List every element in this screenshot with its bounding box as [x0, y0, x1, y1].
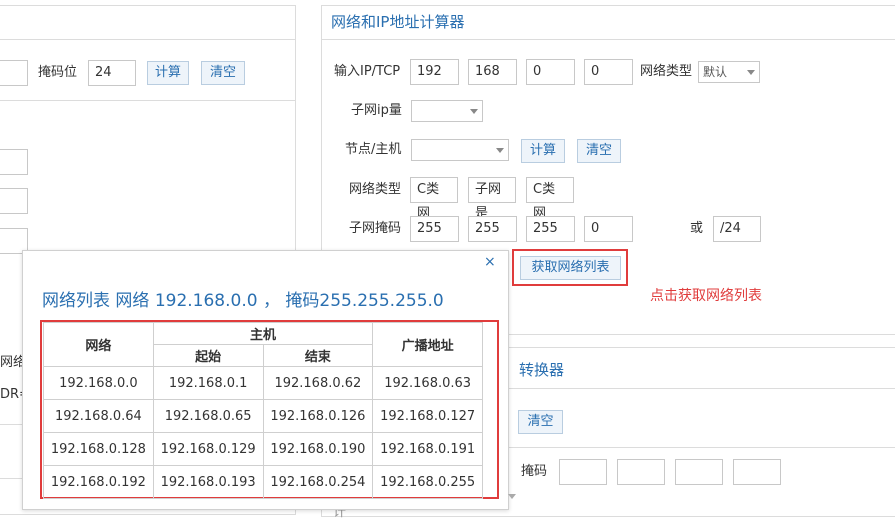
converter-clear-button[interactable]: 清空 [518, 410, 563, 434]
converter-octet-4[interactable] [733, 459, 781, 485]
cell-network: 192.168.0.64 [43, 399, 154, 433]
col-broadcast-header: 广播地址 [372, 322, 483, 367]
subnet-count-select[interactable] [411, 100, 483, 122]
cell-start: 192.168.0.1 [152, 366, 264, 400]
table-row: 192.168.0.192 192.168.0.193 192.168.0.25… [43, 465, 483, 499]
dialog-network: 192.168.0.0 [154, 291, 258, 311]
cell-broadcast: 192.168.0.191 [372, 432, 483, 466]
cell-start: 192.168.0.129 [152, 432, 264, 466]
col-start-header: 起始 [152, 344, 264, 367]
ip-octet-2[interactable]: 168 [468, 59, 517, 85]
cell-broadcast: 192.168.0.255 [372, 465, 483, 499]
chevron-down-icon [470, 109, 478, 114]
left-panel-divider [0, 39, 295, 40]
ip-label: 输入IP/TCP [334, 64, 401, 79]
table-row: 192.168.0.64 192.168.0.65 192.168.0.126 … [43, 399, 483, 433]
annotation-text: 点击获取网络列表 [650, 288, 762, 304]
mask-octet-2[interactable]: 255 [468, 216, 517, 242]
mask-octet-1[interactable]: 255 [410, 216, 459, 242]
converter-octet-3[interactable] [675, 459, 723, 485]
clear-button[interactable]: 清空 [577, 139, 621, 163]
or-label: 或 [690, 221, 704, 236]
cell-network: 192.168.0.0 [43, 366, 154, 400]
calc-button[interactable]: 计算 [521, 139, 565, 163]
calculator-title-divider [322, 39, 895, 40]
mask-octet-4[interactable]: 0 [584, 216, 633, 242]
converter-mask-label: 掩码 [521, 464, 548, 479]
net-type-select[interactable]: 默认 [698, 61, 760, 83]
dialog-title-prefix: 网络列表 网络 [42, 291, 150, 311]
cell-end: 192.168.0.254 [262, 465, 374, 499]
left-field-1[interactable] [0, 149, 28, 175]
dialog-separator: ， [262, 291, 280, 311]
cell-broadcast: 192.168.0.63 [372, 366, 483, 400]
class-value-2: 子网是 [468, 177, 516, 221]
cell-end: 192.168.0.190 [262, 432, 374, 466]
class-label: 网络类型 [349, 182, 402, 197]
left-mask-input[interactable]: 24 [88, 60, 136, 86]
ip-octet-1[interactable]: 192 [410, 59, 459, 85]
cell-end: 192.168.0.126 [262, 399, 374, 433]
converter-octet-1[interactable] [559, 459, 607, 485]
converter-octet-2[interactable] [617, 459, 665, 485]
mask-label: 子网掩码 [349, 221, 402, 236]
left-panel-divider-2 [0, 100, 295, 101]
close-icon[interactable]: × [484, 254, 496, 270]
scroll-down-icon[interactable] [508, 494, 516, 499]
subnet-count-label: 子网ip量 [351, 103, 402, 118]
converter-title: 转换器 [519, 361, 565, 379]
dialog-mask-prefix: 掩码 [285, 291, 320, 311]
cell-start: 192.168.0.65 [152, 399, 264, 433]
chevron-down-icon [496, 148, 504, 153]
left-clear-button[interactable]: 清空 [201, 61, 245, 85]
net-type-value: 默认 [703, 65, 728, 79]
table-row: 192.168.0.0 192.168.0.1 192.168.0.62 192… [43, 366, 483, 400]
hosts-label: 节点/主机 [345, 142, 402, 157]
ip-octet-4[interactable]: 0 [584, 59, 633, 85]
cell-start: 192.168.0.193 [152, 465, 264, 499]
class-value-3: C类网 [526, 177, 574, 221]
left-mask-label: 掩码位 [38, 65, 78, 80]
network-table: 网络 主机 广播地址 起始 结束 192.168.0.0 192.168.0.1… [43, 322, 483, 499]
chevron-down-icon [747, 70, 755, 75]
hosts-select[interactable] [411, 139, 509, 161]
table-row: 192.168.0.128 192.168.0.129 192.168.0.19… [43, 432, 483, 466]
left-input-partial[interactable] [0, 60, 28, 86]
mask-octet-3[interactable]: 255 [526, 216, 575, 242]
cidr-input[interactable]: /24 [713, 216, 761, 242]
cell-network: 192.168.0.192 [43, 465, 154, 499]
col-host-header: 主机 [152, 322, 374, 345]
left-calc-button[interactable]: 计算 [147, 61, 189, 85]
cell-network: 192.168.0.128 [43, 432, 154, 466]
calculator-title: 网络和IP地址计算器 [331, 13, 465, 31]
dialog-title: 网络列表 网络 192.168.0.0 ， 掩码255.255.255.0 [42, 286, 444, 311]
dialog-mask: 255.255.255.0 [319, 291, 444, 311]
get-network-list-button[interactable]: 获取网络列表 [520, 256, 621, 280]
ip-octet-3[interactable]: 0 [526, 59, 575, 85]
col-network-header: 网络 [43, 322, 154, 367]
cell-broadcast: 192.168.0.127 [372, 399, 483, 433]
net-type-label: 网络类型 [640, 64, 693, 79]
left-field-2[interactable] [0, 188, 28, 214]
cell-end: 192.168.0.62 [262, 366, 374, 400]
class-value-1: C类网 [410, 177, 458, 221]
col-end-header: 结束 [262, 344, 374, 367]
